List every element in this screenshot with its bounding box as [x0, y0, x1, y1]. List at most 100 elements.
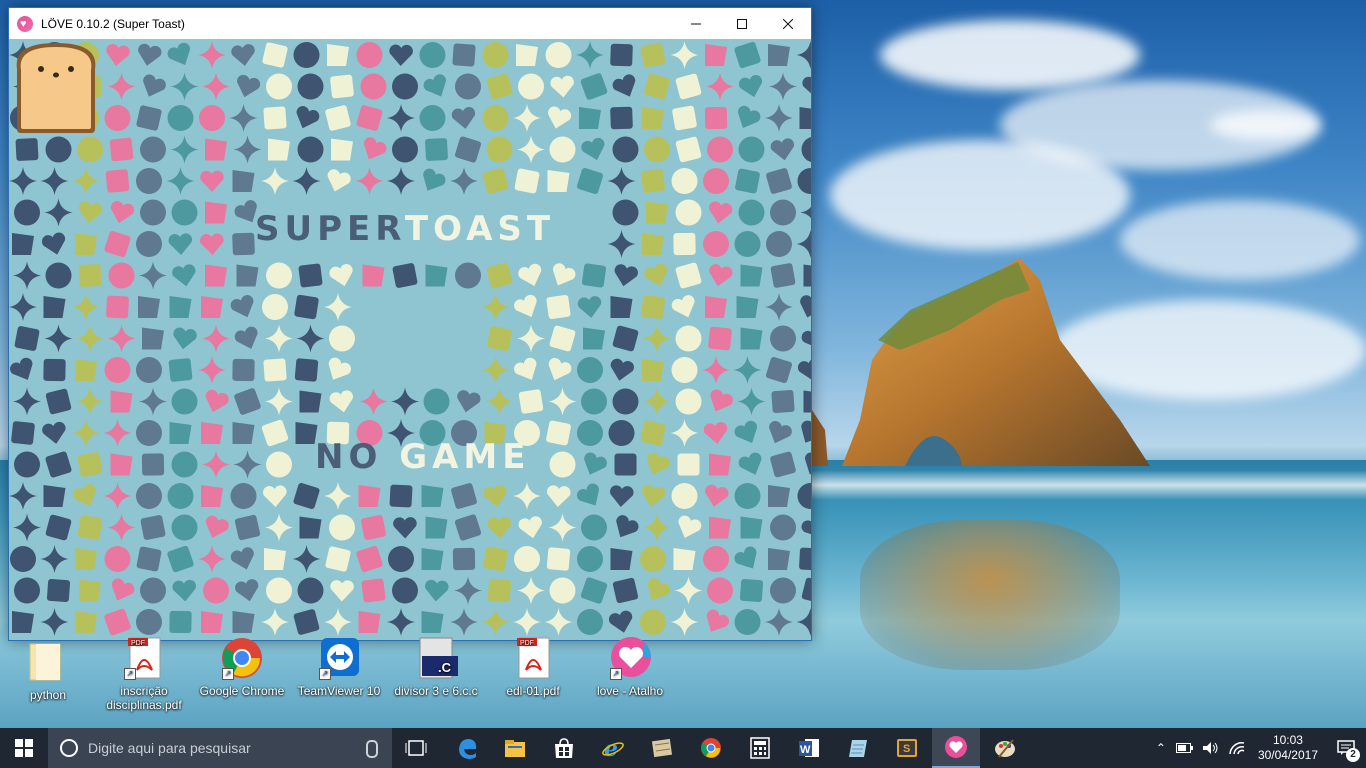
minimize-button[interactable] [673, 8, 719, 39]
pattern-shape [577, 609, 603, 635]
pattern-shape [518, 389, 544, 414]
volume-icon[interactable] [1202, 741, 1220, 755]
pattern-shape [768, 44, 790, 66]
taskbar-paint[interactable] [981, 728, 1029, 768]
pattern-shape [11, 421, 35, 445]
taskbar-search-box[interactable]: Digite aqui para pesquisar [48, 728, 392, 768]
pattern-shape [136, 609, 162, 635]
taskbar-sublime[interactable]: S [883, 728, 931, 768]
c-file-icon: .C [414, 636, 458, 680]
taskbar-file-explorer[interactable] [491, 728, 539, 768]
wifi-icon[interactable] [1228, 741, 1246, 755]
pattern-shape [294, 358, 319, 382]
pattern-shape [514, 546, 540, 572]
pattern-shape [106, 295, 129, 319]
chrome-icon: ↗ [220, 636, 264, 680]
taskbar-chrome[interactable] [687, 728, 735, 768]
maximize-button[interactable] [719, 8, 765, 39]
pattern-shape [610, 548, 633, 570]
pattern-shape [299, 390, 322, 413]
pattern-shape [110, 390, 133, 413]
desktop-icon-google-chrome[interactable]: ↗ Google Chrome [198, 636, 286, 698]
shortcut-arrow-icon: ↗ [319, 668, 331, 680]
pattern-shape [549, 451, 576, 478]
pattern-shape [423, 388, 450, 415]
pattern-shape [205, 201, 227, 224]
taskbar-notepad[interactable] [834, 728, 882, 768]
svg-text:S: S [903, 743, 910, 755]
pattern-shape [709, 453, 731, 476]
pattern-shape [43, 485, 66, 507]
taskbar-edge[interactable] [443, 728, 491, 768]
pattern-shape [482, 105, 509, 131]
cortana-icon [60, 739, 78, 757]
start-button[interactable] [0, 728, 48, 768]
pattern-shape [75, 233, 97, 255]
pattern-shape [14, 326, 40, 351]
battery-icon[interactable] [1175, 743, 1194, 753]
pattern-shape [642, 359, 664, 381]
pattern-shape [169, 610, 192, 634]
pattern-shape [768, 548, 790, 570]
pattern-shape [482, 42, 509, 68]
sublime-icon: S [897, 739, 917, 757]
love-window[interactable]: LÖVE 0.10.2 (Super Toast) SUPERTOAST N [8, 7, 812, 641]
pattern-shape [46, 578, 71, 603]
pattern-shape [642, 107, 664, 129]
pattern-shape [201, 611, 223, 633]
pattern-shape [768, 485, 790, 507]
desktop-icon-python[interactable]: python [4, 640, 92, 702]
taskbar-maps[interactable] [638, 728, 686, 768]
pattern-shape [738, 199, 765, 226]
pattern-shape [707, 136, 733, 163]
pattern-shape [266, 451, 292, 478]
taskbar-internet-explorer[interactable]: e [589, 728, 637, 768]
taskbar-word[interactable]: W [785, 728, 833, 768]
pattern-shape [140, 577, 166, 604]
desktop-icon-love-shortcut[interactable]: ↗ love - Atalho [586, 636, 674, 698]
pattern-shape [771, 389, 795, 414]
action-center-button[interactable]: 2 [1326, 728, 1366, 768]
pattern-shape [421, 485, 444, 507]
pattern-shape [12, 611, 34, 633]
desktop-icon-divisor-c[interactable]: .C divisor 3 e 6.c.c [392, 636, 480, 698]
pattern-shape [205, 264, 227, 287]
task-view-button[interactable] [392, 728, 440, 768]
taskbar-calculator[interactable] [736, 728, 784, 768]
show-hidden-icons-icon[interactable]: ⌃ [1156, 741, 1166, 755]
desktop-icon-teamviewer[interactable]: ↗ TeamViewer 10 [295, 636, 383, 698]
pattern-shape [201, 485, 223, 507]
pattern-shape [169, 296, 192, 318]
pattern-shape [140, 199, 166, 226]
taskbar-love[interactable] [932, 728, 980, 768]
title-bar[interactable]: LÖVE 0.10.2 (Super Toast) [9, 8, 811, 39]
svg-text:PDF: PDF [131, 640, 145, 647]
pattern-shape [455, 73, 481, 100]
game-title-word-toast: TOAST [404, 209, 556, 249]
pattern-shape [610, 43, 633, 67]
pattern-shape [483, 546, 508, 572]
microphone-icon[interactable] [366, 740, 378, 758]
game-canvas[interactable]: SUPERTOAST NO GAME [9, 39, 811, 640]
pattern-shape [675, 325, 702, 352]
pattern-shape [614, 453, 637, 476]
folder-icon [26, 640, 70, 684]
pattern-shape [45, 136, 72, 163]
teamviewer-icon: ↗ [317, 636, 361, 680]
pattern-shape [330, 74, 354, 99]
pattern-shape [104, 357, 131, 383]
pattern-shape [583, 327, 605, 350]
pattern-shape [549, 577, 576, 604]
pattern-shape [425, 264, 448, 287]
pattern-shape [236, 264, 259, 287]
pattern-shape [388, 546, 414, 572]
pattern-shape [640, 294, 666, 320]
taskbar-store[interactable] [540, 728, 588, 768]
taskbar-clock[interactable]: 10:03 30/04/2017 [1258, 733, 1318, 763]
close-icon [783, 18, 793, 29]
pattern-shape [108, 262, 135, 289]
close-button[interactable] [765, 8, 811, 39]
pattern-shape [610, 106, 633, 130]
desktop-icon-inscricao-pdf[interactable]: PDF ↗ inscrição disciplinas.pdf [100, 636, 188, 712]
desktop-icon-edl-pdf[interactable]: PDF edl-01.pdf [489, 636, 577, 698]
